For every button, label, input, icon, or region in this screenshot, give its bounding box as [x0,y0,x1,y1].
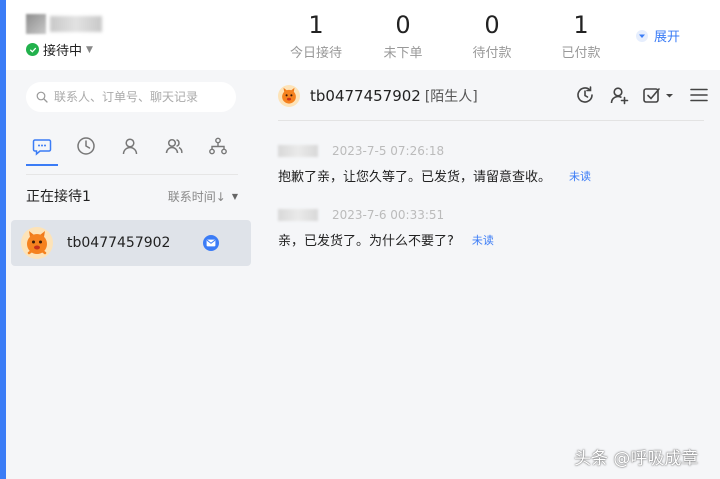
sort-dropdown[interactable]: 联系时间↓ ▼ [168,188,238,205]
tab-chats[interactable] [20,132,64,166]
message-text-row: 抱歉了亲，让您久等了。已发货，请留意查收。 未读 [278,166,592,186]
chat-bubble-icon [32,136,52,160]
tab-contacts[interactable] [108,132,152,164]
blurred-sender [278,145,318,157]
online-check-icon [26,43,39,56]
message-meta: 2023-7-5 07:26:18 [278,144,591,158]
message-text-row: 亲，已发货了。为什么不要了? 未读 [278,230,494,250]
stat-paid[interactable]: 1 已付款 [541,10,621,61]
search-icon [36,88,48,107]
message-time: 2023-7-6 00:33:51 [332,208,445,222]
stat-value: 0 [484,11,500,39]
stat-label: 待付款 [472,46,512,61]
stat-today-received[interactable]: 1 今日接待 [276,10,356,61]
status-label: 接待中 [43,44,83,59]
add-user-icon[interactable] [608,84,630,106]
message-meta: 2023-7-6 00:33:51 [278,208,494,222]
caret-down-icon: ▼ [86,44,93,55]
divider [26,174,238,175]
clock-icon [76,136,96,160]
stat-pending-payment[interactable]: 0 待付款 [452,10,532,61]
chat-title: tb0477457902 [310,87,421,105]
expand-down-icon [636,29,648,42]
message-item: 2023-7-6 00:33:51 亲，已发货了。为什么不要了? 未读 [278,208,494,249]
top-bar: 接待中 ▼ 1 今日接待 0 未下单 0 待付款 1 已付款 展开 [6,0,720,70]
status-selector[interactable]: 接待中 ▼ [26,40,93,59]
mail-icon [203,235,219,251]
stat-label: 未下单 [383,46,423,61]
tab-history[interactable] [64,132,108,164]
stat-label: 今日接待 [289,46,342,61]
sidebar-tabs [20,132,240,166]
section-title: 正在接待1 [26,189,91,205]
stat-label: 已付款 [561,46,601,61]
stat-value: 0 [395,11,411,39]
expand-button[interactable]: 展开 [636,26,680,45]
caret-down-icon: ▼ [231,191,238,201]
blurred-sender [278,209,318,221]
unread-status: 未读 [569,169,592,183]
group-icon [164,136,184,160]
message-item: 2023-7-5 07:26:18 抱歉了亲，让您久等了。已发货，请留意查收。 … [278,144,591,185]
search-box[interactable] [26,82,236,112]
stranger-tag: [陌生人] [424,89,478,105]
history-icon[interactable] [574,84,596,106]
search-input[interactable] [54,90,224,104]
sort-label: 联系时间↓ [167,189,226,204]
menu-icon[interactable] [688,84,710,106]
message-text: 抱歉了亲，让您久等了。已发货，请留意查收。 [278,170,552,185]
buyer-avatar-icon [21,227,53,259]
chat-toolbar [574,84,720,106]
buyer-avatar-icon [278,85,300,107]
section-header: 正在接待1 联系时间↓ ▼ [26,186,238,206]
stat-not-ordered[interactable]: 0 未下单 [363,10,443,61]
divider [278,120,704,121]
checkbox-dropdown-icon[interactable] [642,84,676,106]
message-time: 2023-7-5 07:26:18 [332,144,445,158]
person-icon [120,136,140,160]
blurred-avatar [26,14,46,34]
blurred-username [50,16,102,32]
tab-groups[interactable] [152,132,196,164]
chat-pane: tb0477457902 [陌生人] 2023-7-5 07:26:18 抱歉了… [258,70,720,479]
conversation-sidebar: 正在接待1 联系时间↓ ▼ tb0477457902 [6,70,258,479]
message-text: 亲，已发货了。为什么不要了? [278,234,454,249]
stat-value: 1 [573,11,589,39]
unread-status: 未读 [471,233,494,247]
expand-label: 展开 [654,30,681,45]
org-structure-icon [208,136,228,160]
contact-name: tb0477457902 [67,235,171,251]
contact-list-item[interactable]: tb0477457902 [11,220,251,266]
stat-value: 1 [308,11,324,39]
tab-organization[interactable] [196,132,240,164]
watermark: 头条 @呼吸成章 [574,449,699,469]
